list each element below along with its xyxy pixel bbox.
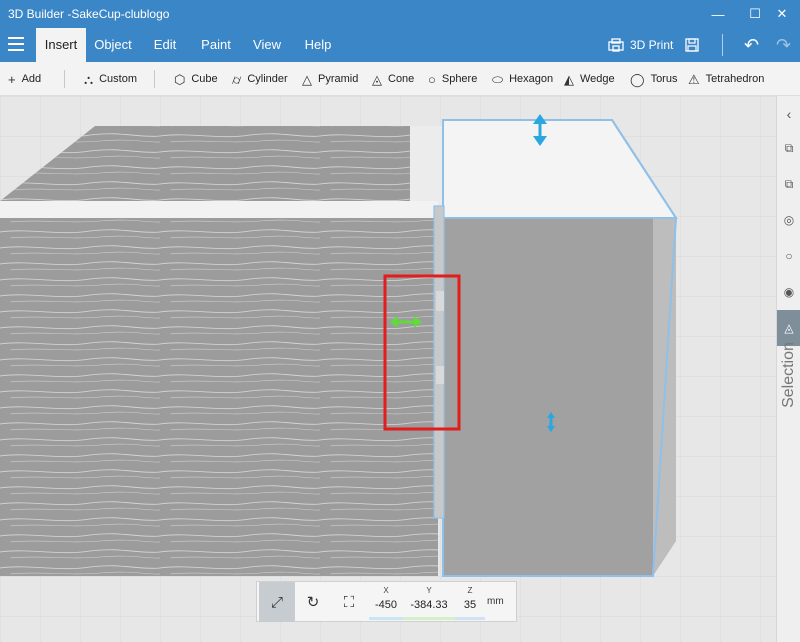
settings-icon[interactable]: ◉ — [777, 280, 800, 304]
tab-help[interactable]: Help — [300, 28, 336, 62]
cylinder-label: Cylinder — [247, 73, 288, 85]
hexagon-label: Hexagon — [509, 73, 554, 85]
cube-button[interactable]: ⬡ Cube — [174, 62, 218, 96]
wedge-icon: ◭ — [564, 71, 574, 87]
add-button[interactable]: + Add — [8, 62, 41, 96]
z-label: Z — [467, 586, 473, 595]
z-value[interactable]: 35 — [455, 599, 485, 611]
pyramid-label: Pyramid — [318, 73, 359, 85]
hexagon-button[interactable]: ⬭ Hexagon — [492, 62, 553, 96]
cube-label: Cube — [191, 73, 218, 85]
minimize-button[interactable]: — — [700, 0, 736, 28]
pyramid-button[interactable]: △ Pyramid — [302, 62, 358, 96]
selected-block-front[interactable] — [443, 218, 653, 576]
pyramid-icon: △ — [302, 71, 312, 87]
wedge-label: Wedge — [580, 73, 615, 85]
cube-icon: ⬡ — [174, 71, 186, 87]
cup-front-face-texture — [0, 218, 438, 576]
transform-toolbar: ⤢ ↻ ⛶ X -450 Y -384.33 Z 35 mm — [256, 581, 517, 622]
collapse-panel-icon[interactable]: ‹ — [777, 102, 800, 126]
ribbon-tabs: Insert Object Edit Paint View Help 3D Pr… — [0, 28, 800, 62]
z-coordinate[interactable]: Z 35 — [455, 582, 485, 622]
tetrahedron-button[interactable]: ⚠ Tetrahedron — [688, 62, 764, 96]
window-title: 3D Builder -SakeCup-clublogo — [8, 7, 170, 21]
y-label: Y — [426, 586, 432, 595]
torus-label: Torus — [650, 73, 678, 85]
insert-toolbar: + Add ⛬ Custom ⬡ Cube ⌭ Cylinder △ Pyram… — [0, 62, 800, 96]
cylinder-button[interactable]: ⌭ Cylinder — [232, 62, 288, 96]
joint-notch-bottom — [436, 366, 444, 384]
sphere-icon: ○ — [428, 71, 436, 87]
scale-tool-button[interactable]: ⛶ — [331, 582, 367, 622]
tab-insert[interactable]: Insert — [36, 28, 86, 62]
undo-button[interactable]: ↶ — [744, 28, 759, 62]
torus-button[interactable]: ◯ Torus — [630, 62, 677, 96]
title-bar: 3D Builder -SakeCup-clublogo — ☐ ✕ — [0, 0, 800, 28]
x-axis-bar — [369, 617, 403, 620]
unit-label: mm — [487, 596, 504, 607]
cylinder-icon: ⌭ — [232, 71, 242, 87]
toolbar-separator — [154, 70, 155, 88]
cone-button[interactable]: ◬ Cone — [372, 62, 414, 96]
cone-icon: ◬ — [372, 71, 382, 87]
printer-icon — [608, 38, 624, 52]
3d-print-button[interactable]: 3D Print — [608, 28, 673, 62]
custom-shapes-icon: ⛬ — [84, 71, 94, 87]
ribbon-separator — [722, 34, 723, 56]
toolbar-separator — [64, 70, 65, 88]
cup-inner-back-texture — [130, 126, 410, 201]
scale-icon: ⛶ — [343, 593, 355, 611]
sphere-select-icon[interactable]: ○ — [777, 244, 800, 268]
wedge-button[interactable]: ◭ Wedge — [564, 62, 615, 96]
z-axis-bar — [455, 617, 485, 620]
move-tool-button[interactable]: ⤢ — [259, 582, 295, 622]
sphere-label: Sphere — [441, 73, 478, 85]
undo-icon: ↶ — [744, 34, 760, 55]
tab-paint[interactable]: Paint — [196, 28, 236, 62]
y-value[interactable]: -384.33 — [403, 599, 455, 611]
add-label: Add — [21, 73, 42, 85]
3d-print-label: 3D Print — [630, 38, 674, 52]
joint-notch-top — [436, 291, 444, 311]
y-axis-bar — [403, 617, 455, 620]
object-list-icon[interactable]: ⧉ — [777, 136, 800, 160]
hamburger-menu-icon[interactable] — [8, 37, 24, 51]
redo-button[interactable]: ↷ — [776, 28, 791, 62]
sphere-button[interactable]: ○ Sphere — [428, 62, 477, 96]
x-label: X — [383, 586, 389, 595]
plus-icon: + — [8, 71, 16, 87]
scene-canvas[interactable] — [0, 96, 776, 642]
3d-viewport[interactable] — [0, 96, 776, 642]
custom-button[interactable]: ⛬ Custom — [84, 62, 137, 96]
x-value[interactable]: -450 — [369, 599, 403, 611]
tab-object[interactable]: Object — [90, 28, 136, 62]
y-coordinate[interactable]: Y -384.33 — [403, 582, 455, 622]
save-button[interactable] — [685, 28, 699, 62]
tab-view[interactable]: View — [248, 28, 286, 62]
x-coordinate[interactable]: X -450 — [369, 582, 403, 622]
selection-mode-icon: ◬ — [784, 321, 794, 335]
redo-icon: ↷ — [776, 34, 792, 55]
close-button[interactable]: ✕ — [764, 0, 800, 28]
custom-label: Custom — [99, 73, 138, 85]
right-side-panel: ‹ ⧉ ⧉ ◎ ○ ◉ ◬ Selection — [776, 96, 800, 642]
cone-label: Cone — [388, 73, 415, 85]
cylinder-select-icon[interactable]: ◎ — [777, 208, 800, 232]
selection-panel-label[interactable]: Selection — [780, 339, 798, 411]
joint-part[interactable] — [433, 205, 445, 519]
rotate-tool-button[interactable]: ↻ — [295, 582, 331, 622]
cup-front-rim — [0, 201, 438, 219]
save-icon — [685, 38, 699, 52]
group-icon[interactable]: ⧉ — [777, 172, 800, 196]
torus-icon: ◯ — [630, 71, 645, 87]
tab-edit[interactable]: Edit — [146, 28, 184, 62]
rotate-icon: ↻ — [306, 594, 320, 611]
tetrahedron-label: Tetrahedron — [705, 73, 765, 85]
move-icon: ⤢ — [270, 593, 283, 611]
hexagon-icon: ⬭ — [492, 71, 504, 87]
tetrahedron-icon: ⚠ — [688, 71, 700, 87]
